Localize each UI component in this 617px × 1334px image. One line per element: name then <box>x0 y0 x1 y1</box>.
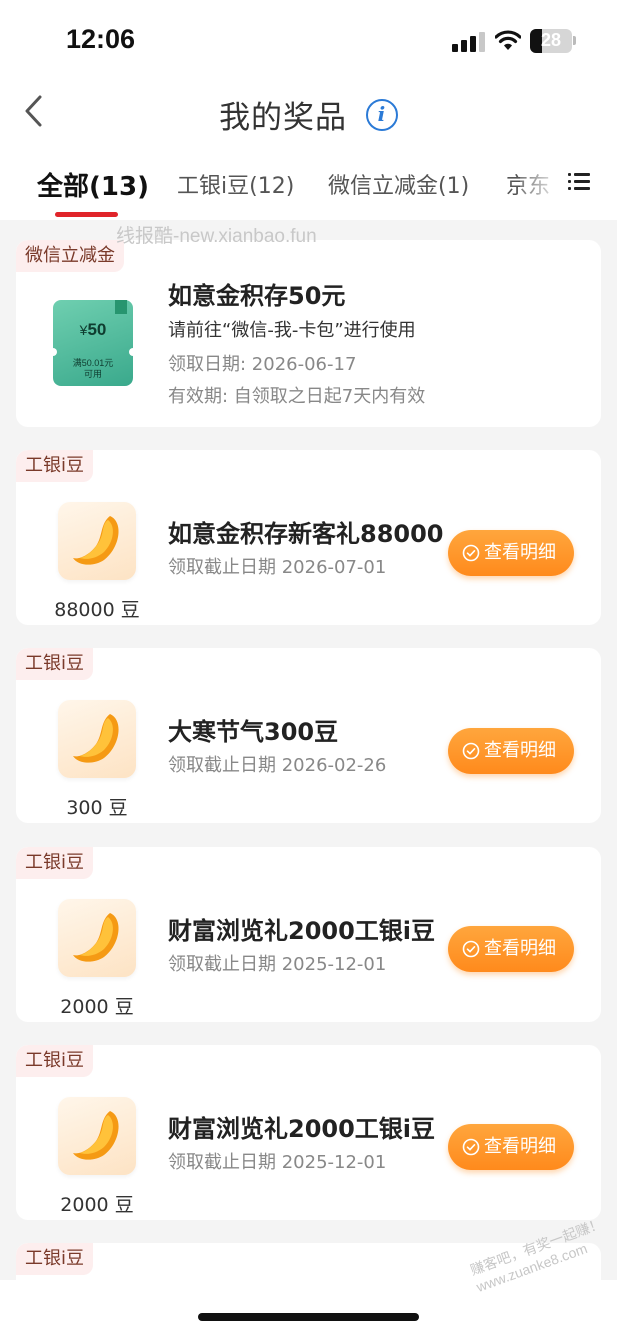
view-detail-label: 查看明细 <box>484 740 556 761</box>
check-circle-icon <box>462 544 480 562</box>
voucher-amount: ¥50 <box>79 320 107 339</box>
page-title-wrap: 我的奖品 i <box>0 92 617 137</box>
prize-deadline: 领取截止日期 2026-07-01 <box>168 557 387 578</box>
home-indicator[interactable] <box>198 1313 419 1321</box>
wechat-voucher-image: ¥50 满50.01元 可用 <box>49 300 137 386</box>
view-detail-button[interactable]: 查看明细 <box>448 728 574 774</box>
view-detail-label: 查看明细 <box>484 938 556 959</box>
tab-wechat-voucher[interactable]: 微信立减金(1) <box>328 168 469 200</box>
prize-instruction: 请前往“微信-我-卡包”进行使用 <box>168 320 416 341</box>
tab-icbc-bean[interactable]: 工银i豆(12) <box>177 168 294 200</box>
page-title: 我的奖品 <box>219 100 348 136</box>
battery-cap <box>573 36 576 45</box>
prize-card-voucher[interactable]: 微信立减金 ¥50 满50.01元 可用 如意金积存50元 请前往“微信-我-卡包… <box>16 240 601 427</box>
voucher-condition: 满50.01元 可用 <box>72 358 114 379</box>
prize-title: 大寒节气300豆 <box>168 718 339 746</box>
list-menu-icon[interactable] <box>568 170 590 192</box>
bookmark-icon <box>115 300 127 314</box>
card-tag: 工银i豆 <box>16 1243 94 1275</box>
prize-tabs: 全部(13) 工银i豆(12) 微信立减金(1) 京东 <box>0 146 617 220</box>
bean-icon <box>58 502 136 580</box>
prize-validity: 有效期: 自领取之日起7天内有效 <box>168 386 426 407</box>
prize-deadline: 领取截止日期 2025-12-01 <box>168 1152 387 1173</box>
nav-bar: 我的奖品 i <box>0 80 617 146</box>
card-tag: 工银i豆 <box>16 648 94 680</box>
bean-amount: 2000 豆 <box>60 996 134 1018</box>
check-circle-icon <box>462 940 480 958</box>
prize-title: 如意金积存新客礼88000 <box>168 520 444 548</box>
bean-icon <box>58 700 136 778</box>
tab-all[interactable]: 全部(13) <box>37 166 149 203</box>
signal-icon <box>452 30 486 52</box>
prize-date: 领取日期: 2026-06-17 <box>168 354 357 375</box>
status-bar: 12:06 28 <box>0 0 617 80</box>
bean-amount: 300 豆 <box>66 797 128 819</box>
prize-title: 财富浏览礼2000工银i豆 <box>168 1115 436 1143</box>
battery-level: 28 <box>540 30 562 50</box>
status-time: 12:06 <box>66 24 136 54</box>
bean-icon <box>58 899 136 977</box>
info-circle-icon[interactable]: i <box>365 98 398 131</box>
bean-amount: 88000 豆 <box>54 599 140 621</box>
card-tag: 工银i豆 <box>16 450 94 482</box>
card-tag: 工银i豆 <box>16 847 94 879</box>
card-tag: 工银i豆 <box>16 1045 94 1077</box>
check-circle-icon <box>462 742 480 760</box>
view-detail-button[interactable]: 查看明细 <box>448 926 574 972</box>
check-circle-icon <box>462 1138 480 1156</box>
prize-card[interactable]: 工银i豆 2000 豆 财富浏览礼2000工银i豆 领取截止日期 2025-12… <box>16 1045 601 1220</box>
prize-deadline: 领取截止日期 2026-02-26 <box>168 755 387 776</box>
bean-amount: 2000 豆 <box>60 1194 134 1216</box>
prize-card[interactable]: 工银i豆 88000 豆 如意金积存新客礼88000 领取截止日期 2026-0… <box>16 450 601 625</box>
active-tab-indicator <box>55 212 118 217</box>
wifi-icon <box>495 30 521 50</box>
bean-icon <box>58 1097 136 1175</box>
prize-card[interactable]: 工银i豆 2000 豆 财富浏览礼2000工银i豆 领取截止日期 2025-12… <box>16 847 601 1022</box>
view-detail-button[interactable]: 查看明细 <box>448 1124 574 1170</box>
battery-icon: 28 <box>530 29 572 53</box>
view-detail-button[interactable]: 查看明细 <box>448 530 574 576</box>
prize-title: 如意金积存50元 <box>168 282 346 310</box>
prize-card[interactable]: 工银i豆 300 豆 大寒节气300豆 领取截止日期 2026-02-26 查看… <box>16 648 601 823</box>
view-detail-label: 查看明细 <box>484 1136 556 1157</box>
watermark: 线报酷-new.xianbao.fun <box>116 226 317 247</box>
prize-title: 财富浏览礼2000工银i豆 <box>168 917 436 945</box>
prize-deadline: 领取截止日期 2025-12-01 <box>168 954 387 975</box>
card-tag: 微信立减金 <box>16 240 124 272</box>
view-detail-label: 查看明细 <box>484 542 556 563</box>
bottom-safe-area <box>0 1280 617 1334</box>
